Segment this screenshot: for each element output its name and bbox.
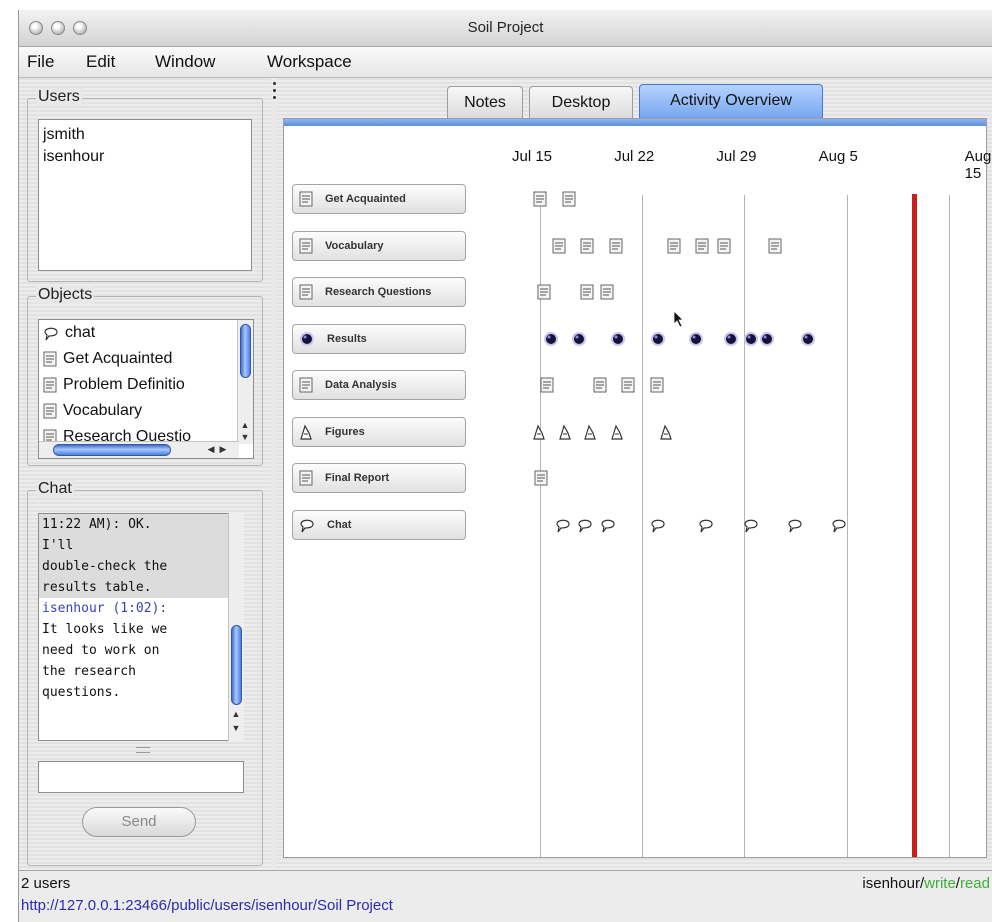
category-label: Data Analysis (325, 379, 397, 391)
chat-message-line: double-check the (39, 556, 243, 577)
users-label: Users (36, 88, 82, 106)
note-icon (299, 377, 319, 393)
category-label: Get Acquainted (325, 193, 406, 205)
permissions-indicator: isenhour/write/read (862, 875, 990, 892)
object-label: chat (65, 324, 96, 341)
left-sidebar: Users jsmith isenhour Objects chat Get A… (19, 78, 271, 870)
chat-label: Chat (36, 480, 74, 498)
category-label: Figures (325, 425, 365, 438)
object-item-vocabulary[interactable]: Vocabulary (39, 398, 253, 424)
user-item-isenhour[interactable]: isenhour (39, 146, 251, 168)
chat-bubble-icon (44, 327, 58, 341)
menu-edit[interactable]: Edit (86, 52, 115, 72)
chat-split-handle[interactable] (136, 747, 150, 753)
menu-file[interactable]: File (27, 52, 54, 72)
object-item-chat[interactable]: chat (39, 320, 253, 346)
current-date-line (912, 194, 917, 857)
read-permission: read (959, 875, 990, 892)
category-button[interactable]: Vocabulary (292, 230, 466, 261)
chat-message-input[interactable] (38, 761, 244, 793)
menu-bar: File Edit Window Workspace (19, 47, 992, 78)
title-bar: Soil Project (19, 10, 992, 47)
object-label: Vocabulary (63, 402, 143, 419)
category-button[interactable]: Results (292, 323, 466, 354)
users-group: Users jsmith isenhour (27, 88, 263, 282)
category-label: Research Questions (325, 286, 432, 298)
chat-message-line: I'll (39, 535, 243, 556)
note-icon (299, 284, 319, 300)
workspace-url[interactable]: http://127.0.0.1:23466/public/users/isen… (21, 897, 393, 914)
note-icon (299, 238, 319, 254)
status-bar: 2 users isenhour/write/read http://127.0… (19, 870, 992, 922)
category-button[interactable]: Get Acquainted (292, 184, 466, 214)
objects-scroll-thumb[interactable] (240, 324, 251, 378)
objects-horizontal-scrollbar[interactable]: ◀ ▶ (39, 441, 239, 458)
chat-message-line: It looks like we (42, 622, 168, 637)
chat-message-line: need to work on (42, 643, 160, 658)
category-label: Vocabulary (325, 239, 384, 252)
users-count: 2 users (21, 875, 71, 892)
category-label: Final Report (325, 472, 390, 484)
tab-activity-overview[interactable]: Activity Overview (639, 84, 823, 122)
chat-message-line: 11:22 AM): OK. (39, 514, 243, 535)
results-ball-icon (299, 331, 321, 347)
chat-message-line: questions. (42, 685, 121, 700)
write-permission: write (924, 875, 956, 892)
note-icon (43, 351, 57, 367)
tab-notes[interactable]: Notes (447, 86, 523, 120)
window-title: Soil Project (467, 19, 544, 36)
object-label: Get Acquainted (63, 350, 173, 367)
chat-group: Chat 11:22 AM): OK. I'll double-check th… (27, 480, 263, 866)
object-item-problem-definition[interactable]: Problem Definitio (39, 372, 253, 398)
figure-icon (299, 423, 319, 440)
scroll-right-arrow[interactable]: ▶ (217, 444, 229, 455)
chat-author-line: isenhour (1:02): (42, 601, 168, 616)
category-button[interactable]: Data Analysis (292, 370, 466, 400)
objects-vertical-scrollbar[interactable]: ▲ ▼ (237, 320, 253, 444)
tab-desktop[interactable]: Desktop (529, 86, 633, 120)
mouse-cursor-icon (673, 310, 684, 328)
category-button[interactable]: Chat (292, 509, 466, 540)
object-label: Problem Definitio (63, 376, 185, 393)
chat-log[interactable]: 11:22 AM): OK. I'll double-check the res… (38, 513, 244, 741)
objects-group: Objects chat Get Acquainted Problem Defi… (27, 286, 263, 466)
user-item-jsmith[interactable]: jsmith (39, 124, 251, 146)
objects-list[interactable]: chat Get Acquainted Problem Definitio Vo… (38, 319, 254, 459)
users-list[interactable]: jsmith isenhour (38, 119, 252, 271)
objects-label: Objects (36, 286, 95, 304)
object-item-get-acquainted[interactable]: Get Acquainted (39, 346, 253, 372)
scroll-left-arrow[interactable]: ◀ (205, 444, 217, 455)
note-icon (299, 470, 319, 486)
scroll-down-arrow[interactable]: ▼ (239, 432, 251, 442)
category-label: Results (327, 332, 367, 345)
category-button[interactable]: Figures (292, 416, 466, 447)
send-button[interactable]: Send (82, 807, 196, 837)
chat-scroll-thumb[interactable] (231, 625, 242, 705)
menu-workspace[interactable]: Workspace (267, 52, 352, 72)
chat-scrollbar[interactable]: ▲ ▼ (228, 513, 244, 741)
tab-panel-header (284, 119, 986, 126)
menu-window[interactable]: Window (155, 52, 215, 72)
note-icon (43, 403, 57, 419)
current-user: isenhour (862, 875, 920, 892)
category-label: Chat (327, 518, 352, 531)
chat-message-line: results table. (39, 577, 243, 598)
scroll-down-arrow[interactable]: ▼ (230, 723, 242, 733)
note-icon (43, 377, 57, 393)
category-button[interactable]: Research Questions (292, 277, 466, 307)
objects-hscroll-thumb[interactable] (53, 444, 171, 456)
scroll-up-arrow[interactable]: ▲ (230, 709, 242, 719)
scroll-up-arrow[interactable]: ▲ (239, 420, 251, 430)
category-button[interactable]: Final Report (292, 463, 466, 493)
chat-bubble-icon (299, 517, 321, 533)
app-window: Soil Project File Edit Window Workspace … (18, 10, 992, 922)
chat-message-line: the research (42, 664, 136, 679)
note-icon (299, 191, 319, 207)
